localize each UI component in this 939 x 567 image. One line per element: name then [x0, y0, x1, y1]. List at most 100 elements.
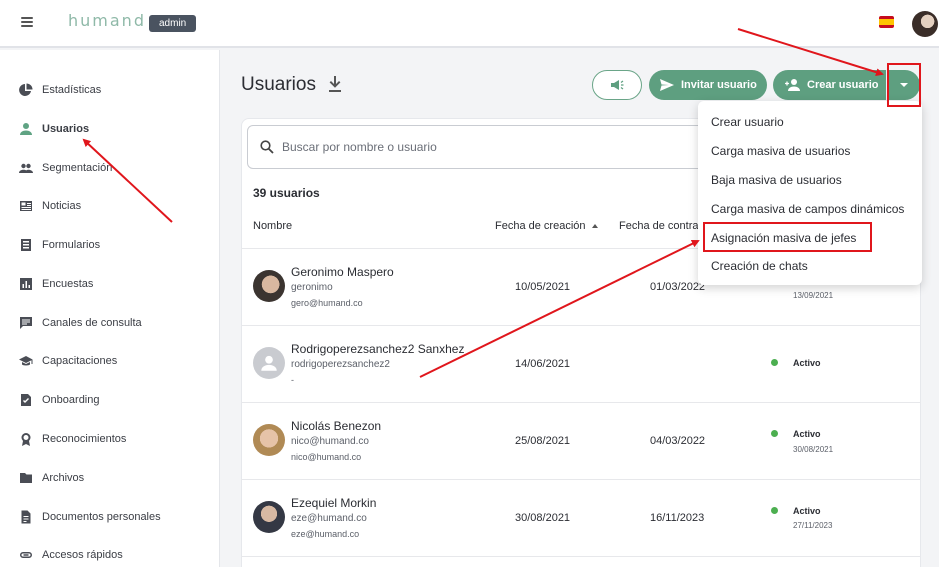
link-icon [19, 548, 33, 562]
user-name: Nicolás Benezon [291, 419, 382, 433]
sidebar-item-estadisticas[interactable]: Estadísticas [19, 80, 101, 100]
newspaper-icon [19, 199, 33, 213]
column-header-name[interactable]: Nombre [253, 220, 292, 232]
hire-date: 01/03/2022 [650, 281, 706, 293]
sidebar-item-noticias[interactable]: Noticias [19, 196, 81, 216]
megaphone-icon [611, 80, 624, 90]
user-name: Rodrigoperezsanchez2 Sanxhez [291, 342, 465, 356]
avatar [253, 501, 285, 533]
status-text: Activo [793, 358, 821, 368]
send-icon [660, 79, 674, 91]
app-logo[interactable]: humand [68, 11, 146, 30]
sort-ascending-icon [591, 224, 598, 229]
sidebar-item-usuarios[interactable]: Usuarios [19, 119, 89, 139]
sidebar-item-label: Usuarios [42, 123, 90, 135]
sidebar-item-encuestas[interactable]: Encuestas [19, 274, 93, 294]
column-header-created-label: Fecha de creación [495, 220, 586, 232]
invite-user-label: Invitar usuario [681, 79, 757, 91]
chat-icon [19, 316, 33, 330]
add-person-icon [785, 79, 800, 91]
created-date: 10/05/2021 [515, 281, 571, 293]
created-date: 25/08/2021 [515, 435, 571, 447]
sidebar-item-label: Onboarding [42, 394, 100, 406]
search-placeholder: Buscar por nombre o usuario [282, 140, 437, 154]
announcement-button[interactable] [592, 70, 642, 100]
person-icon [19, 122, 33, 136]
status-date: 13/09/2021 [793, 291, 834, 300]
form-icon [19, 238, 33, 252]
sidebar-item-onboarding[interactable]: Onboarding [19, 390, 100, 410]
person-icon [261, 355, 277, 371]
menu-item-bulk-upload-users[interactable]: Carga masiva de usuarios [711, 144, 850, 158]
graduation-cap-icon [19, 354, 33, 368]
created-date: 30/08/2021 [515, 512, 571, 524]
top-bar: humand admin [0, 0, 939, 48]
user-name: Geronimo Maspero [291, 265, 394, 279]
sidebar-item-canales[interactable]: Canales de consulta [19, 313, 142, 333]
user-email: - [291, 375, 294, 385]
column-header-created[interactable]: Fecha de creación [495, 220, 598, 232]
sidebar-item-label: Formularios [42, 239, 101, 251]
user-username: eze@humand.co [291, 513, 367, 524]
search-input[interactable]: Buscar por nombre o usuario [247, 125, 717, 169]
table-row[interactable]: Nicolás Benezon nico@humand.co nico@huma… [241, 402, 921, 479]
create-options-menu: Crear usuario Carga masiva de usuarios B… [698, 101, 922, 285]
user-username: rodrigoperezsanchez2 [291, 359, 390, 370]
sidebar-item-label: Segmentación [42, 162, 113, 174]
table-row[interactable]: Rodrigoperezsanchez2 Sanxhez rodrigopere… [241, 325, 921, 402]
pie-chart-icon [19, 83, 33, 97]
status-date: 27/11/2023 [793, 521, 833, 530]
sidebar-item-label: Accesos rápidos [42, 549, 123, 561]
sidebar-item-label: Reconocimientos [42, 433, 127, 445]
search-icon [260, 140, 274, 154]
menu-item-create-chats[interactable]: Creación de chats [711, 259, 808, 273]
hire-date: 04/03/2022 [650, 435, 706, 447]
column-header-hire[interactable]: Fecha de contra [619, 220, 699, 232]
checklist-icon [19, 393, 33, 407]
hire-date: 16/11/2023 [650, 512, 705, 524]
status-text: Activo [793, 506, 821, 516]
sidebar-item-label: Archivos [42, 472, 85, 484]
menu-icon[interactable] [21, 17, 33, 27]
menu-item-create-user[interactable]: Crear usuario [711, 115, 784, 129]
user-username: nico@humand.co [291, 436, 369, 447]
folder-icon [19, 471, 33, 485]
status-date: 30/08/2021 [793, 445, 834, 454]
invite-user-button[interactable]: Invitar usuario [649, 70, 767, 100]
user-count: 39 usuarios [253, 186, 320, 200]
divider [241, 556, 921, 557]
sidebar-item-segmentacion[interactable]: Segmentación [19, 158, 112, 178]
sidebar-item-label: Capacitaciones [42, 355, 118, 367]
user-email: eze@humand.co [291, 529, 360, 539]
spain-flag-icon[interactable] [879, 16, 894, 28]
sidebar: Estadísticas Usuarios Segmentación Notic… [0, 50, 220, 567]
sidebar-item-label: Estadísticas [42, 84, 102, 96]
create-user-label: Crear usuario [807, 79, 879, 91]
medal-icon [19, 432, 33, 446]
status-text: Activo [793, 429, 821, 439]
sidebar-item-archivos[interactable]: Archivos [19, 468, 84, 488]
created-date: 14/06/2021 [515, 358, 571, 370]
sidebar-item-label: Encuestas [42, 278, 94, 290]
download-icon[interactable] [327, 75, 343, 93]
status-active-dot [771, 359, 778, 366]
status-active-dot [771, 430, 778, 437]
group-icon [19, 161, 33, 175]
sidebar-item-accesos[interactable]: Accesos rápidos [19, 545, 123, 565]
sidebar-item-reconocimientos[interactable]: Reconocimientos [19, 429, 126, 449]
sidebar-item-documentos[interactable]: Documentos personales [19, 507, 161, 527]
highlight-box-dropdown [887, 63, 921, 107]
avatar [253, 270, 285, 302]
menu-item-bulk-dynamic-fields[interactable]: Carga masiva de campos dinámicos [711, 202, 904, 216]
menu-item-bulk-remove-users[interactable]: Baja masiva de usuarios [711, 173, 842, 187]
avatar [253, 424, 285, 456]
document-icon [19, 510, 33, 524]
bar-chart-icon [19, 277, 33, 291]
avatar [253, 347, 285, 379]
sidebar-item-capacitaciones[interactable]: Capacitaciones [19, 351, 117, 371]
table-row[interactable]: Ezequiel Morkin eze@humand.co eze@humand… [241, 479, 921, 556]
sidebar-item-formularios[interactable]: Formularios [19, 235, 100, 255]
create-user-button[interactable]: Crear usuario [773, 70, 886, 100]
user-email: gero@humand.co [291, 298, 363, 308]
avatar[interactable] [912, 11, 938, 37]
